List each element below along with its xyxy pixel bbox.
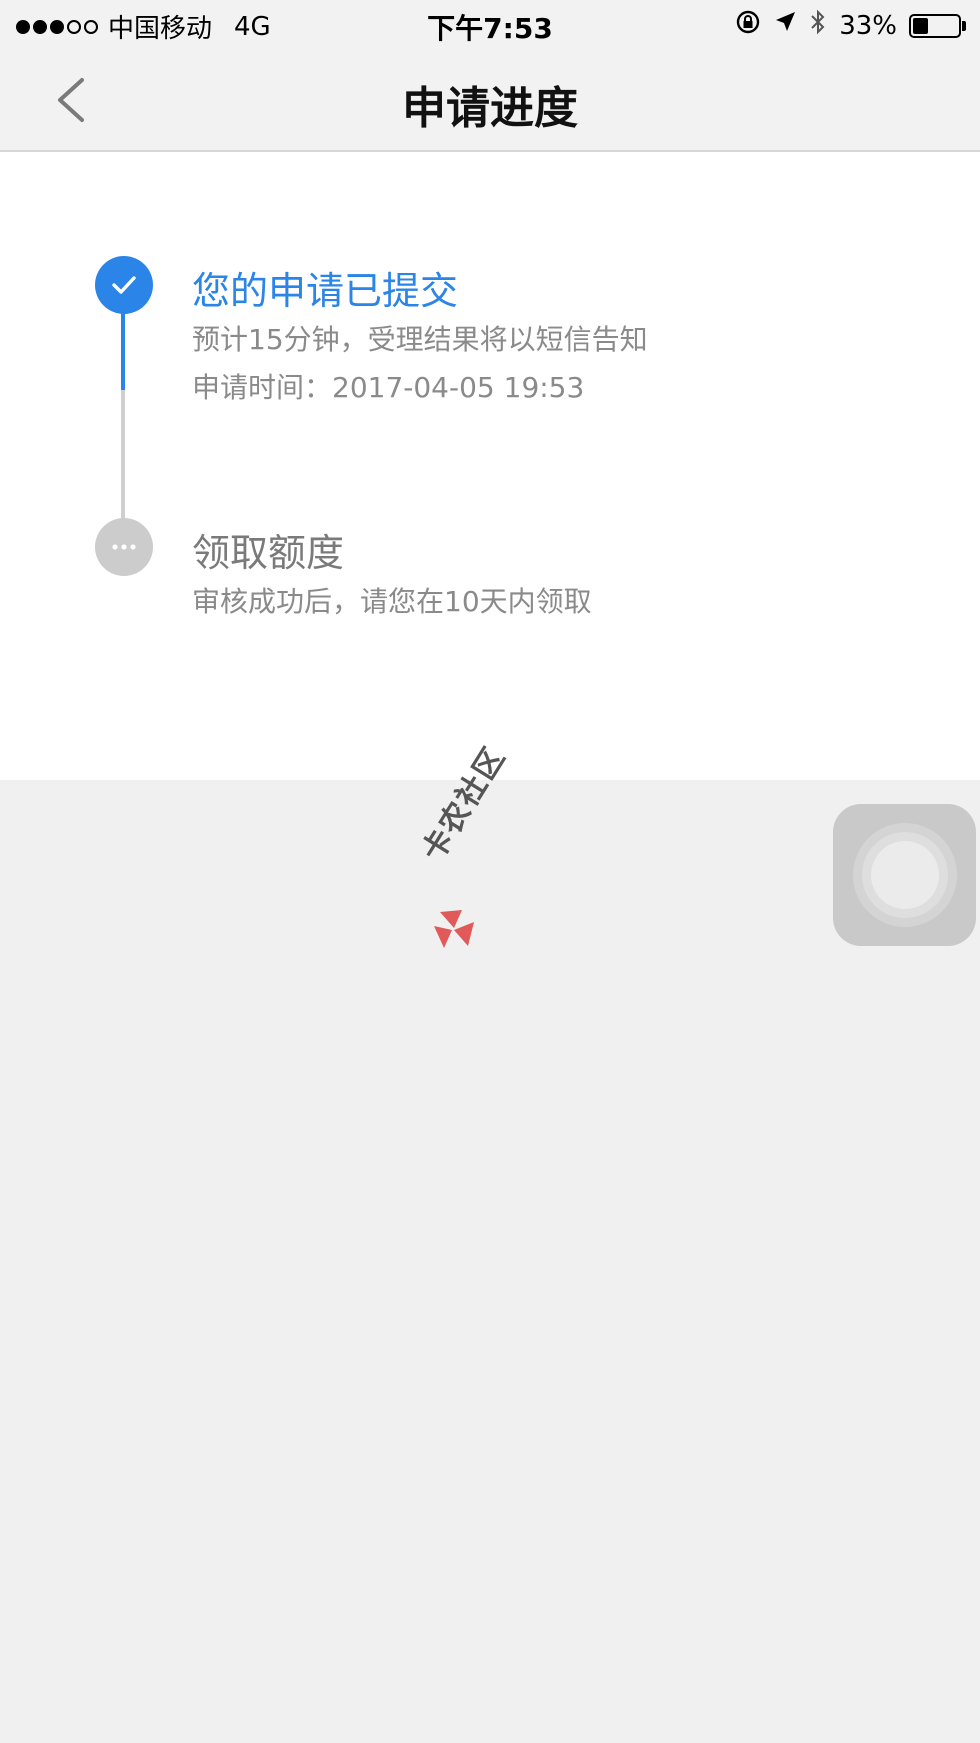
page-title: 申请进度 [402, 83, 578, 134]
nav-bar: 申请进度 [0, 50, 980, 152]
step-2-title: 领取额度 [192, 531, 345, 575]
step-done-check-icon [95, 256, 153, 314]
watermark-logo-icon [434, 910, 474, 948]
rotation-lock-icon [735, 9, 761, 42]
step-1-title: 您的申请已提交 [192, 269, 459, 313]
step-1-description: 预计15分钟，受理结果将以短信告知 [192, 323, 648, 356]
step-1-time: 申请时间：2017-04-05 19:53 [192, 371, 585, 404]
timeline-line-pending [121, 390, 125, 518]
status-right: 33% [735, 8, 966, 43]
bluetooth-icon [809, 8, 827, 43]
step-pending-ellipsis-icon [95, 518, 153, 576]
battery-percent: 33% [839, 10, 897, 41]
watermark: 卡农社区 [415, 740, 620, 950]
screen: 中国移动 4G 下午7:53 33% 申请进度 您的申请已提交 预计15分钟，受… [0, 0, 980, 1743]
location-arrow-icon [773, 10, 797, 41]
progress-panel: 您的申请已提交 预计15分钟，受理结果将以短信告知 申请时间：2017-04-0… [0, 152, 980, 780]
assistive-touch-button[interactable] [833, 804, 976, 946]
step-2-description: 审核成功后，请您在10天内领取 [192, 585, 592, 618]
battery-icon [909, 13, 966, 38]
status-bar: 中国移动 4G 下午7:53 33% [0, 0, 980, 50]
